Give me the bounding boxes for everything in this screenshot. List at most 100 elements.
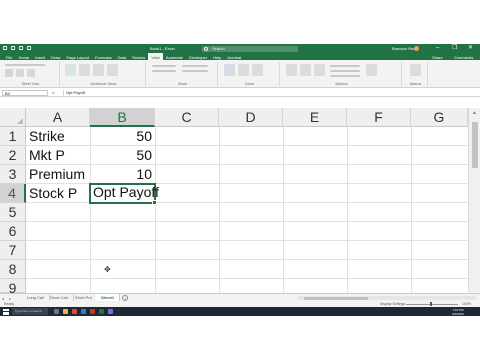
column-header-f[interactable]: F: [347, 108, 411, 127]
tab-data[interactable]: Data: [115, 53, 129, 60]
task-view-icon[interactable]: [54, 309, 59, 314]
file-explorer-icon[interactable]: [63, 309, 68, 314]
formula-bar-checkbox[interactable]: [182, 65, 208, 67]
windows-start-icon[interactable]: [3, 308, 9, 315]
column-header-b[interactable]: B: [90, 108, 155, 127]
redo-icon[interactable]: [27, 46, 31, 50]
select-all-corner[interactable]: [0, 108, 26, 127]
page-layout-icon[interactable]: [93, 64, 104, 76]
arrange-all-icon[interactable]: [300, 64, 311, 76]
avatar[interactable]: [414, 45, 419, 51]
page-break-icon[interactable]: [79, 64, 90, 76]
macros-icon[interactable]: [410, 64, 421, 76]
search-box[interactable]: Search: [202, 45, 298, 52]
gridline: [219, 127, 220, 293]
split-button[interactable]: [330, 65, 360, 67]
hide-button[interactable]: [330, 70, 360, 72]
vertical-scrollbar[interactable]: ▲: [468, 108, 480, 298]
autosave-icon[interactable]: [3, 46, 7, 50]
tab-draw[interactable]: Draw: [48, 53, 63, 60]
share-button[interactable]: Share: [432, 55, 443, 60]
chrome-icon[interactable]: [72, 309, 77, 314]
gridline: [26, 259, 468, 260]
unhide-button[interactable]: [330, 75, 360, 77]
horizontal-scrollbar[interactable]: [298, 296, 476, 300]
row-header-3[interactable]: 3: [0, 165, 26, 184]
new-window-icon[interactable]: [286, 64, 297, 76]
restore-button[interactable]: ❐: [452, 45, 457, 52]
name-box[interactable]: B4: [2, 89, 48, 96]
powerpoint-icon[interactable]: [90, 309, 95, 314]
cell-a4[interactable]: Stock P: [26, 184, 90, 203]
row-header-8[interactable]: 8: [0, 260, 26, 279]
freeze-panes-icon[interactable]: [314, 64, 325, 76]
custom-views-icon[interactable]: [107, 64, 118, 76]
cell-a2[interactable]: Mkt P: [26, 146, 90, 165]
cell-area[interactable]: Strike 50 Mkt P 50 Premium 10 Stock P Op…: [26, 127, 468, 293]
row-header-9[interactable]: 9: [0, 279, 26, 296]
keep-icon[interactable]: [5, 69, 13, 77]
formula-input[interactable]: Opt Payoff: [63, 89, 477, 96]
tab-file[interactable]: File: [3, 53, 15, 60]
cell-b3[interactable]: 10: [90, 165, 155, 184]
column-header-g[interactable]: G: [411, 108, 468, 127]
new-view-icon[interactable]: [27, 69, 35, 77]
scroll-up-icon[interactable]: ▲: [472, 110, 477, 116]
tab-acrobat[interactable]: Acrobat: [224, 53, 244, 60]
tab-insert[interactable]: Insert: [32, 53, 48, 60]
row-header-5[interactable]: 5: [0, 203, 26, 222]
row-header-6[interactable]: 6: [0, 222, 26, 241]
cell-a1[interactable]: Strike: [26, 127, 90, 146]
fill-handle[interactable]: [152, 200, 157, 205]
window-title: Book1 - Excel: [150, 46, 175, 51]
tab-home[interactable]: Home: [15, 53, 32, 60]
sheet-view-dropdown[interactable]: [5, 64, 45, 66]
switch-windows-icon[interactable]: [366, 64, 377, 76]
ruler-checkbox[interactable]: [152, 65, 176, 67]
zoom-slider-knob[interactable]: [430, 302, 432, 306]
add-sheet-button[interactable]: +: [122, 294, 128, 301]
taskbar-search[interactable]: Type here to search: [12, 308, 48, 315]
zoom-level[interactable]: 100%: [462, 302, 471, 306]
hscroll-thumb[interactable]: [304, 296, 368, 300]
display-settings[interactable]: Display Settings: [380, 302, 405, 306]
row-header-1[interactable]: 1: [0, 127, 26, 146]
row-header-4[interactable]: 4: [0, 184, 26, 203]
comments-button[interactable]: Comments: [454, 55, 473, 60]
headings-checkbox[interactable]: [182, 70, 208, 72]
tab-help[interactable]: Help: [210, 53, 224, 60]
close-button[interactable]: ✕: [468, 45, 473, 52]
column-header-d[interactable]: D: [219, 108, 283, 127]
tab-view[interactable]: View: [148, 53, 163, 60]
cell-b1[interactable]: 50: [90, 127, 155, 146]
fx-icon[interactable]: fx: [52, 90, 55, 95]
zoom-icon[interactable]: [224, 64, 235, 76]
row-header-7[interactable]: 7: [0, 241, 26, 260]
gridlines-checkbox[interactable]: [152, 70, 176, 72]
normal-view-icon[interactable]: [65, 64, 76, 76]
tab-page-layout[interactable]: Page Layout: [63, 53, 91, 60]
excel-icon[interactable]: [99, 309, 104, 314]
column-header-e[interactable]: E: [283, 108, 347, 127]
scroll-thumb[interactable]: [472, 122, 478, 168]
cell-b4-active[interactable]: Opt Payoff: [89, 183, 159, 204]
tab-automate[interactable]: Automate: [163, 53, 186, 60]
row-header-2[interactable]: 2: [0, 146, 26, 165]
tab-developer[interactable]: Developer: [186, 53, 210, 60]
column-header-c[interactable]: C: [155, 108, 219, 127]
zoom-selection-icon[interactable]: [252, 64, 263, 76]
zoom-slider[interactable]: [406, 303, 458, 305]
word-icon[interactable]: [81, 309, 86, 314]
tab-formulas[interactable]: Formulas: [92, 53, 115, 60]
sheet-nav-arrows[interactable]: ◂ ▸: [2, 296, 13, 301]
teams-icon[interactable]: [108, 309, 113, 314]
cell-a3[interactable]: Premium: [26, 165, 90, 184]
cell-b2[interactable]: 50: [90, 146, 155, 165]
save-icon[interactable]: [11, 46, 15, 50]
minimize-button[interactable]: –: [436, 45, 439, 52]
zoom-100-icon[interactable]: [238, 64, 249, 76]
tab-review[interactable]: Review: [129, 53, 148, 60]
column-header-a[interactable]: A: [26, 108, 90, 127]
undo-icon[interactable]: [19, 46, 23, 50]
exit-icon[interactable]: [16, 69, 24, 77]
